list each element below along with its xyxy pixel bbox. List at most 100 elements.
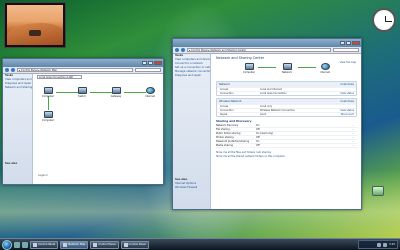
wireless-section: Wireless Network Customize Access Local … [216,98,357,117]
taskbar-button-label: Control Panel [38,242,56,246]
chevron-down-icon[interactable]: ⌄ [352,132,357,135]
map-node-switch[interactable]: Switch [70,87,94,98]
sharing-value: Off [256,136,260,139]
row-key: Access [220,105,229,108]
map-node-computer[interactable]: Computer [36,87,60,98]
view-status-link[interactable]: View status [336,109,356,112]
network-sharing-center-window[interactable]: ▸ Control Panel ▸ Network and Sharing Ce… [172,38,362,210]
sharing-key: Printer sharing [216,136,234,139]
control-panel-icon [33,242,37,247]
disconnect-link[interactable]: Disconnect [336,113,356,116]
minimize-button[interactable] [142,61,147,65]
map-node-gateway[interactable]: Gateway [104,87,128,98]
wireless-row: Signal Good Disconnect [217,112,356,116]
minimize-button[interactable] [340,41,345,45]
oryx-shape [29,30,41,36]
back-icon[interactable] [5,68,9,72]
chevron-down-icon[interactable]: ⌄ [352,144,357,147]
taskbar-button-label: Control Panel [98,242,116,246]
chevron-down-icon[interactable]: ⌄ [352,128,357,131]
chevron-down-icon[interactable]: ⌄ [352,140,357,143]
computer-icon [43,87,53,94]
node-label: Internet [320,71,330,74]
wireless-row: Connection Wireless Network Connection V… [217,108,356,112]
see-also-heading: See also [5,162,18,165]
network-map-window[interactable]: ▸ Control Panel ▸ Network Map Tasks View… [2,58,164,185]
taskbar-button[interactable]: Control Panel [90,240,119,249]
close-button[interactable] [154,61,162,65]
see-also-link[interactable]: Windows Firewall [173,186,210,190]
row-key: Connection [220,92,234,95]
row-action[interactable] [336,105,356,108]
network-map-titlebar[interactable] [3,59,163,67]
network-map-toolbar: Local Area Connection (LAN) [34,74,163,80]
close-button[interactable] [352,41,360,45]
map-node-internet[interactable]: Internet [138,87,162,98]
legend-link[interactable]: Legend [36,174,48,178]
view-full-map-link[interactable]: View full map [340,61,356,64]
network-map-addressbar: ▸ Control Panel ▸ Network Map [3,67,163,74]
chevron-down-icon[interactable]: ⌄ [352,124,357,127]
clock-readout[interactable]: 3:15 [389,243,395,246]
search-input[interactable] [333,48,359,52]
show-desktop-icon[interactable] [14,241,20,248]
customize-link[interactable]: Customize [340,99,354,104]
forward-icon[interactable] [181,48,185,52]
network-map-icon [63,242,68,247]
desktop-shortcut-icon[interactable] [372,186,384,196]
globe-icon [320,63,330,70]
pane-spacer [173,78,210,178]
start-button[interactable] [2,239,12,250]
maximize-button[interactable] [148,61,153,65]
map-node-computer[interactable]: Computer [36,111,60,122]
row-action[interactable] [336,88,356,91]
chevron-down-icon[interactable]: ⌄ [352,136,357,139]
network-select[interactable]: Local Area Connection (LAN) [37,75,82,79]
switch-windows-icon[interactable] [22,241,28,248]
map-connection-line [48,96,49,110]
sharing-key: Public folder sharing [216,132,241,135]
network-tray-icon[interactable] [377,242,382,247]
taskbar-button-label: Control Panel [128,242,146,246]
shared-folders-link[interactable]: Show me all the shared network folders o… [216,155,357,159]
clock-minute-hand [385,21,392,22]
maximize-button[interactable] [346,41,351,45]
wireless-name: Wireless Network [219,100,242,103]
taskbar-button[interactable]: Control Panel [30,240,59,249]
address-field[interactable]: ▸ Control Panel ▸ Network and Sharing Ce… [187,48,331,52]
view-status-link[interactable]: View status [336,92,356,95]
taskbar-button[interactable]: Network Map [60,240,89,249]
pane-spacer [3,90,32,162]
row-value: Local Area Connection [260,92,287,95]
desert-photo [7,5,63,45]
sharing-key: Password protected sharing [216,140,250,143]
nsc-node-network: Network [274,63,300,74]
gateway-icon [111,87,121,94]
address-field[interactable]: ▸ Control Panel ▸ Network Map [17,68,133,72]
photo-gadget[interactable] [4,2,66,48]
volume-icon[interactable] [383,242,388,247]
network-name: Network [219,83,230,86]
search-input[interactable] [135,68,161,72]
sharing-key: Media sharing [216,144,233,147]
wireless-row: Access Local only [217,104,356,108]
sharing-value: Off [256,128,260,131]
network-icon [282,63,292,70]
clock-gadget[interactable] [372,8,396,32]
forward-icon[interactable] [11,68,15,72]
network-map-task-pane: Tasks View computers and devices Diagnos… [3,74,33,184]
nsc-titlebar[interactable] [173,39,361,47]
taskbar-button-label: Network Map [68,242,86,246]
taskbar-button[interactable]: Control Panel [120,240,149,249]
node-label: Network [282,71,292,74]
node-label: Computer [42,95,54,98]
row-value: Wireless Network Connection [260,109,296,112]
sharing-key: File sharing [216,128,230,131]
back-icon[interactable] [175,48,179,52]
sharing-value: On (read only) [256,132,274,135]
control-panel-icon [93,242,98,247]
customize-link[interactable]: Customize [340,82,354,87]
sharing-key: Network discovery [216,124,239,127]
task-link[interactable]: Network and Sharing Center [3,86,32,90]
computer-icon [43,111,53,118]
